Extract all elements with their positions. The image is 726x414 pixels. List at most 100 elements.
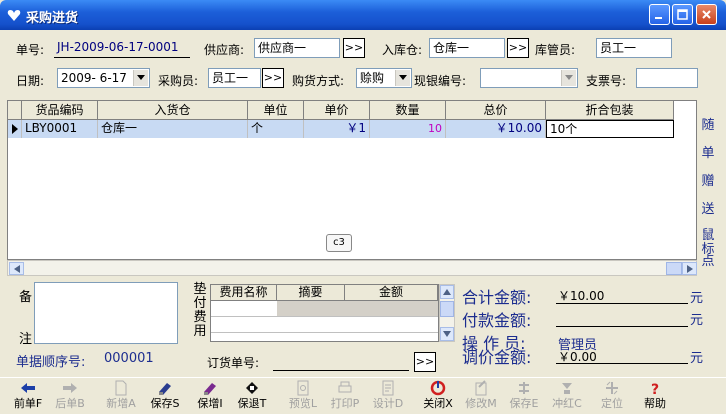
- preview-button[interactable]: 预览L: [285, 380, 321, 413]
- scroll-thumb[interactable]: [666, 262, 682, 275]
- paid-amount-label: 付款金额:: [462, 311, 532, 330]
- date-picker[interactable]: 2009- 6-17: [57, 68, 150, 88]
- chevron-down-icon: [565, 75, 573, 80]
- warehouse-select-button[interactable]: >>: [507, 38, 529, 58]
- next-order-button[interactable]: 后单B: [52, 380, 88, 413]
- side-btn-dian[interactable]: 点: [700, 250, 716, 269]
- seq-label: 单据顺序号:: [16, 355, 86, 370]
- side-btn-dan[interactable]: 单: [700, 142, 716, 161]
- items-grid[interactable]: 货品编码 入货仓 单位 单价 数量 总价 折合包装 LBY0001 仓库一 个 …: [7, 100, 697, 260]
- supplier-field[interactable]: 供应商一: [254, 38, 340, 58]
- fee-row[interactable]: [211, 301, 438, 317]
- grid-header-code[interactable]: 货品编码: [22, 101, 98, 120]
- buyer-field[interactable]: 员工一: [208, 68, 261, 88]
- grid-row-indicator-header: [8, 101, 22, 120]
- fee-grid[interactable]: 费用名称 摘要 金额: [210, 284, 439, 342]
- paid-amount-field[interactable]: [556, 307, 688, 327]
- grid-header-pack[interactable]: 折合包装: [546, 101, 674, 120]
- pay-mode-dropdown-arrow[interactable]: [395, 70, 410, 86]
- order-ref-field[interactable]: [273, 351, 409, 371]
- prev-order-button[interactable]: 前单F: [10, 380, 46, 413]
- chevron-up-icon: [443, 289, 451, 295]
- row-pointer-icon: [8, 120, 22, 138]
- title-bar[interactable]: 采购进货: [0, 0, 726, 30]
- buyer-label: 采购员:: [158, 74, 199, 88]
- modify-button[interactable]: 修改M: [463, 380, 499, 413]
- buyer-select-button[interactable]: >>: [262, 68, 284, 88]
- cash-no-label: 现银编号:: [414, 74, 467, 88]
- invoice-field[interactable]: [636, 68, 698, 88]
- cash-no-dropdown-arrow[interactable]: [561, 70, 576, 86]
- cell-price[interactable]: ￥1: [304, 120, 370, 138]
- minimize-button[interactable]: [649, 4, 670, 25]
- seq-value: 000001: [104, 351, 154, 366]
- scroll-right-button[interactable]: [682, 262, 697, 275]
- keeper-field[interactable]: 员工一: [596, 38, 672, 58]
- new-doc-icon: [103, 380, 139, 398]
- close-button[interactable]: 关闭X: [420, 380, 456, 413]
- fee-scroll-up[interactable]: [440, 285, 454, 299]
- save-button[interactable]: 保存S: [146, 380, 184, 413]
- new-order-button[interactable]: 新增A: [103, 380, 139, 413]
- order-no-field[interactable]: JH-2009-06-17-0001: [54, 38, 190, 58]
- save-add-icon: [191, 380, 229, 398]
- side-btn-zeng[interactable]: 赠: [700, 170, 716, 189]
- date-label: 日期:: [16, 74, 45, 88]
- memo-textarea[interactable]: [34, 282, 178, 344]
- fee-vertical-scrollbar[interactable]: [439, 284, 455, 342]
- grid-header-qty[interactable]: 数量: [370, 101, 446, 120]
- supplier-select-button[interactable]: >>: [343, 38, 365, 58]
- cell-total[interactable]: ￥10.00: [446, 120, 546, 138]
- cell-pack[interactable]: 10个: [546, 120, 674, 138]
- cell-warehouse[interactable]: 仓库一: [98, 120, 248, 138]
- side-btn-song[interactable]: 送: [700, 198, 716, 217]
- close-window-button[interactable]: [696, 4, 717, 25]
- arrow-right-icon: [52, 380, 88, 398]
- arrow-left-icon: [10, 380, 46, 398]
- save-add-button[interactable]: 保增I: [191, 380, 229, 413]
- close-icon: [420, 380, 456, 398]
- print-icon: [327, 380, 363, 398]
- locate-button[interactable]: 定位: [594, 380, 630, 413]
- fee-label-1: 垫: [193, 282, 207, 297]
- fee-scroll-down[interactable]: [440, 327, 454, 341]
- maximize-button[interactable]: [672, 4, 693, 25]
- side-btn-sui[interactable]: 随: [700, 114, 716, 133]
- minimize-icon: [655, 17, 662, 19]
- reverse-button[interactable]: 冲红C: [549, 380, 585, 413]
- help-button[interactable]: ? 帮助: [637, 380, 673, 413]
- print-button[interactable]: 打印P: [327, 380, 363, 413]
- fee-label-4: 用: [193, 324, 207, 339]
- design-button[interactable]: 设计D: [370, 380, 406, 413]
- total-amount-value: ￥10.00: [558, 289, 605, 303]
- grid-header-warehouse[interactable]: 入货仓: [98, 101, 248, 120]
- edit-icon: [463, 380, 499, 398]
- fee-label-2: 付: [193, 296, 207, 311]
- save-icon: [146, 380, 184, 398]
- warehouse-field[interactable]: 仓库一: [429, 38, 505, 58]
- locate-icon: [594, 380, 630, 398]
- date-dropdown-arrow[interactable]: [133, 70, 148, 86]
- chevron-right-icon: [686, 264, 693, 273]
- fee-scroll-thumb[interactable]: [440, 301, 454, 317]
- grid-header-price[interactable]: 单价: [304, 101, 370, 120]
- fee-header-summary[interactable]: 摘要: [277, 285, 345, 301]
- cell-unit[interactable]: 个: [248, 120, 304, 138]
- preview-icon: [285, 380, 321, 398]
- save-edit-button[interactable]: 保存E: [506, 380, 542, 413]
- scroll-left-button[interactable]: [9, 262, 24, 275]
- grid-horizontal-scrollbar[interactable]: [7, 260, 697, 276]
- fee-header-amount[interactable]: 金额: [345, 285, 438, 301]
- fee-header-name[interactable]: 费用名称: [211, 285, 277, 301]
- pay-mode-select[interactable]: 赊购: [356, 68, 412, 88]
- fee-row[interactable]: [211, 317, 438, 333]
- save-exit-button[interactable]: 保退T: [234, 380, 270, 413]
- order-ref-select-button[interactable]: >>: [414, 352, 436, 372]
- grid-header-total[interactable]: 总价: [446, 101, 546, 120]
- cell-code[interactable]: LBY0001: [22, 120, 98, 138]
- adjust-unit: 元: [690, 351, 704, 366]
- cash-no-select[interactable]: [480, 68, 578, 88]
- grid-header-unit[interactable]: 单位: [248, 101, 304, 120]
- cell-qty[interactable]: 10: [370, 120, 446, 138]
- order-no-label: 单号:: [16, 43, 45, 57]
